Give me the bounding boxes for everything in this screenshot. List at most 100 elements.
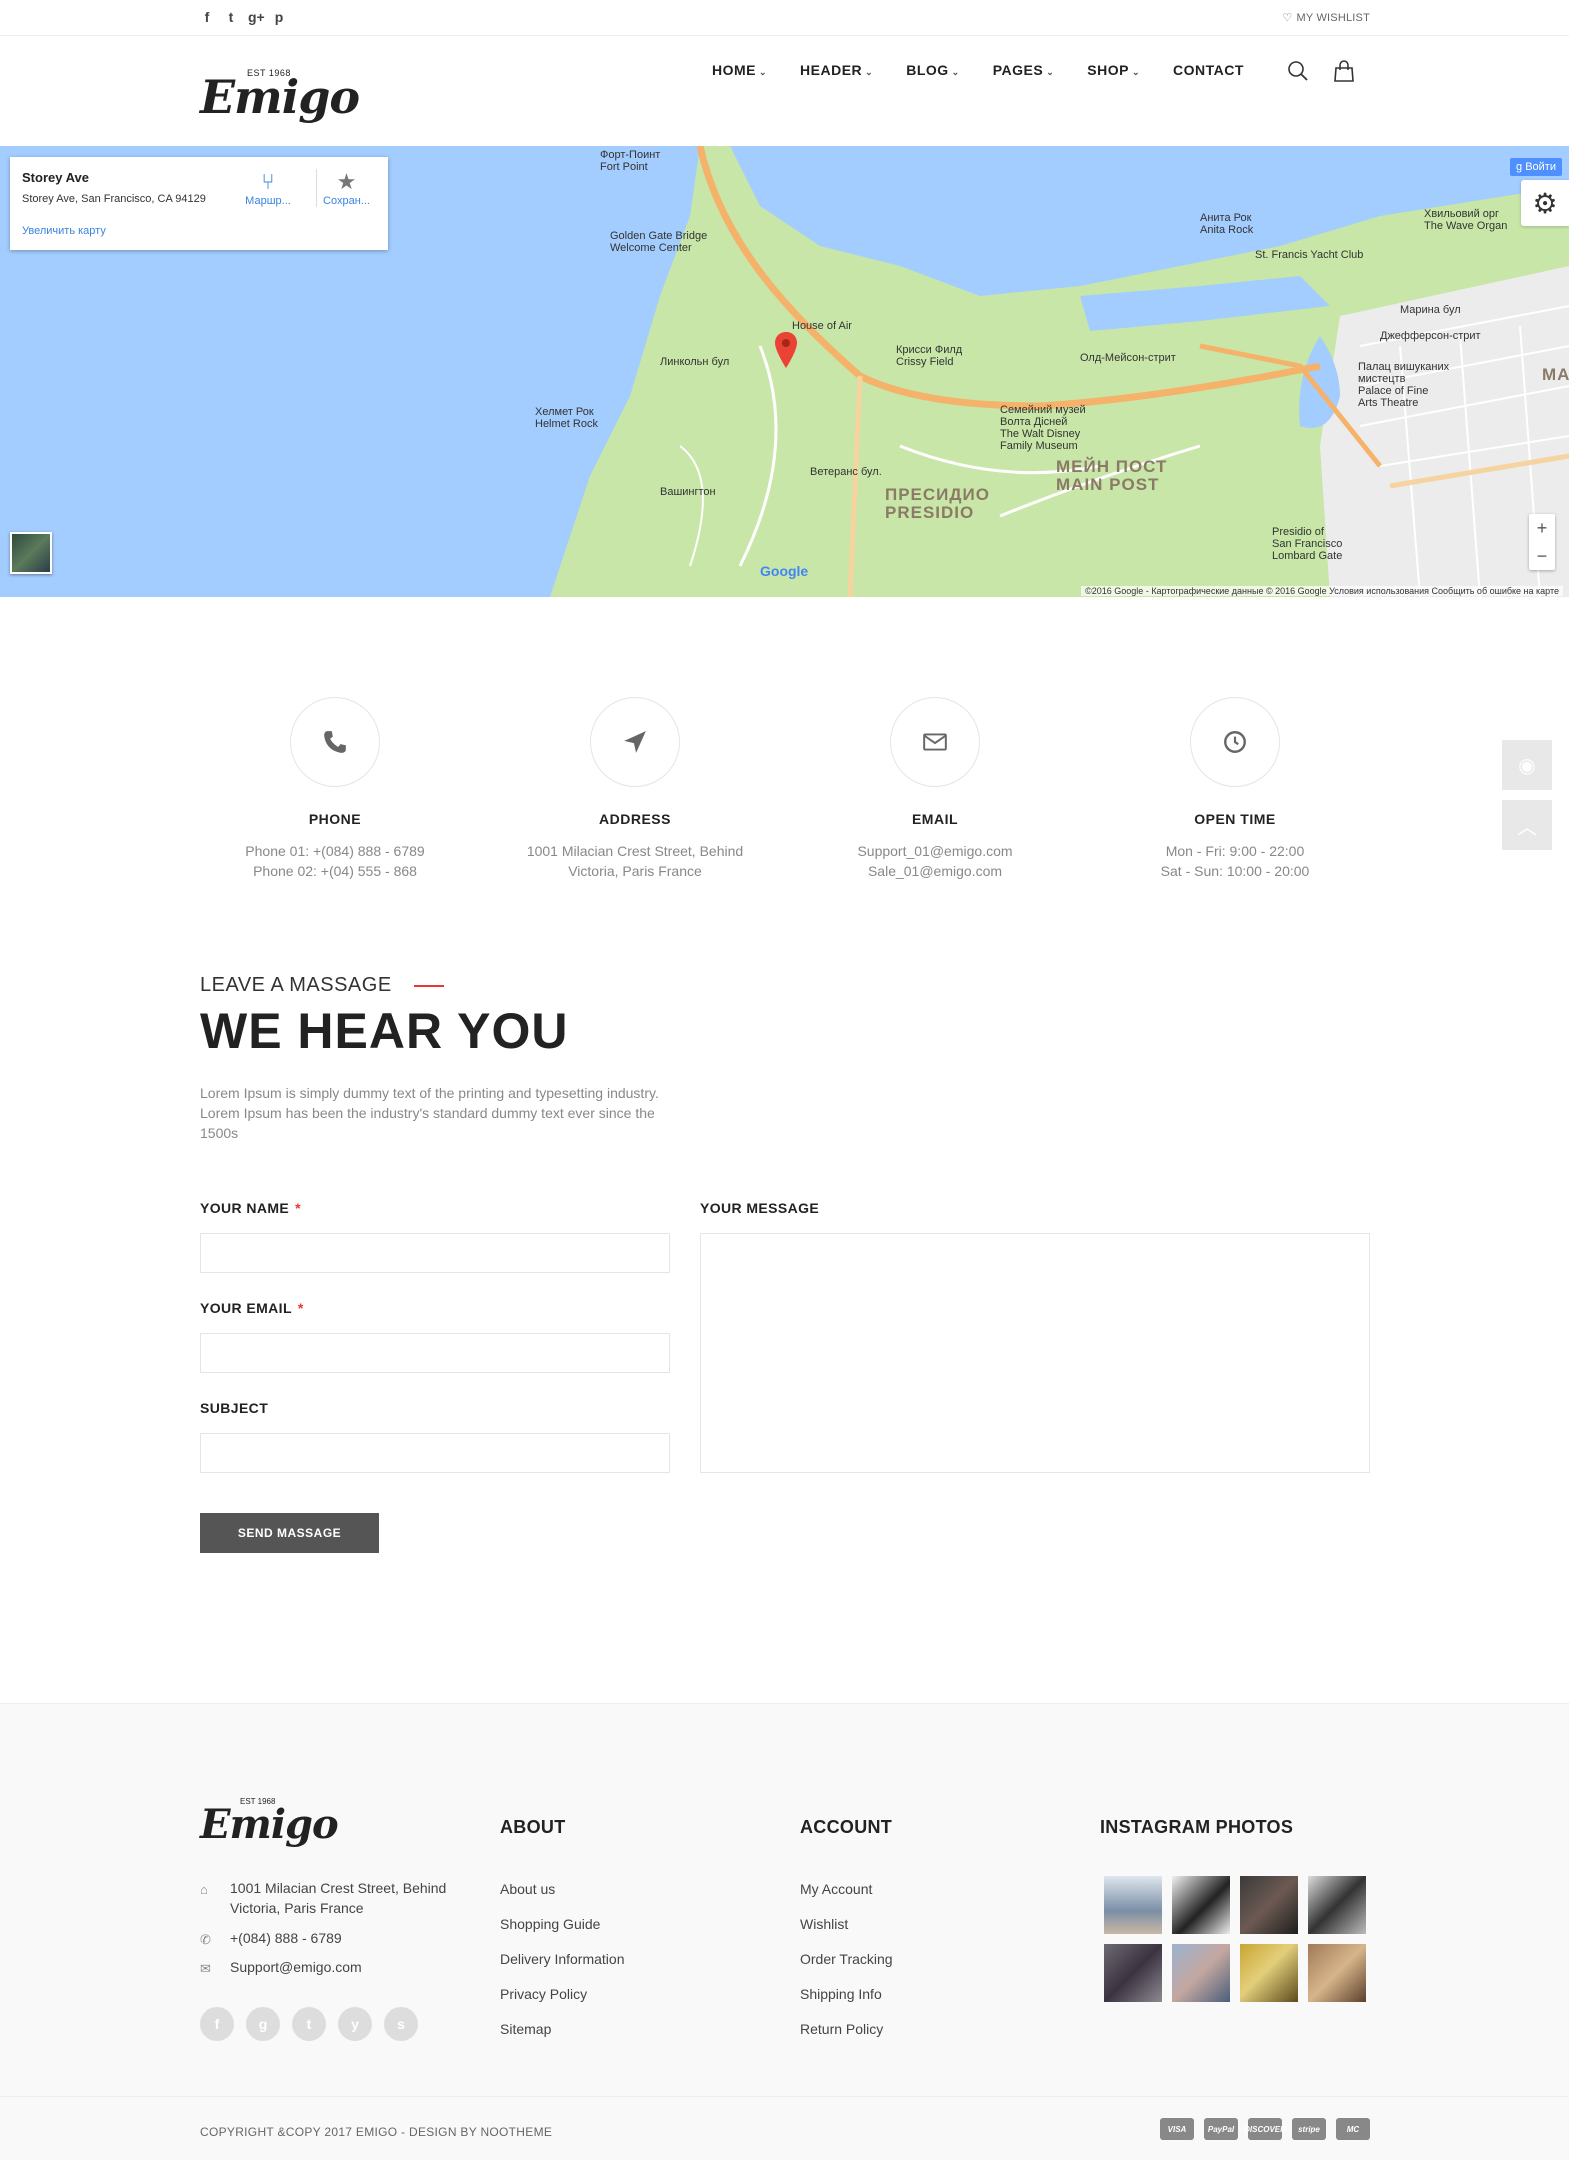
- form-description: Lorem Ipsum is simply dummy text of the …: [200, 1085, 659, 1141]
- instagram-photo[interactable]: [1240, 1876, 1298, 1934]
- twitter-icon[interactable]: t: [292, 2007, 326, 2041]
- map-place-card: Storey Ave Storey Ave, San Francisco, CA…: [10, 157, 388, 250]
- subject-input[interactable]: [200, 1433, 670, 1473]
- nav-contact[interactable]: CONTACT: [1173, 62, 1244, 78]
- search-icon[interactable]: [1287, 60, 1309, 82]
- footer-link-my-account[interactable]: My Account: [800, 1881, 872, 1897]
- footer-logo-est: EST 1968: [240, 1797, 276, 1806]
- footer-link-order-tracking[interactable]: Order Tracking: [800, 1951, 893, 1967]
- map-place-title: Storey Ave: [22, 170, 89, 185]
- footer-email[interactable]: ✉ Support@emigo.com: [200, 1957, 362, 1977]
- facebook-icon[interactable]: f: [200, 9, 214, 25]
- clock-icon: [1190, 697, 1280, 787]
- instagram-photo[interactable]: [1172, 1876, 1230, 1934]
- map-label-veterans: Ветеранс бул.: [810, 466, 882, 478]
- nav-header[interactable]: HEADER ⌄: [800, 62, 873, 78]
- pinterest-icon[interactable]: p: [272, 9, 286, 25]
- paypal-icon: PayPal: [1204, 2118, 1238, 2140]
- star-icon: ★: [336, 169, 357, 194]
- footer-logo[interactable]: EST 1968 Emigo: [200, 1797, 339, 1845]
- phone-icon: ✆: [200, 1932, 211, 1947]
- scroll-top-button[interactable]: ︿: [1502, 800, 1552, 850]
- map-place-address: Storey Ave, San Francisco, CA 94129: [22, 193, 206, 205]
- facebook-icon[interactable]: f: [200, 2007, 234, 2041]
- instagram-photo[interactable]: [1308, 1876, 1366, 1934]
- footer-link-return-policy[interactable]: Return Policy: [800, 2021, 883, 2037]
- map-zoom-control: + −: [1529, 514, 1555, 570]
- footer-link-shipping-info[interactable]: Shipping Info: [800, 1986, 882, 2002]
- info-email-line[interactable]: Sale_01@emigo.com: [785, 861, 1085, 881]
- info-phone-line: Phone 01: +(084) 888 - 6789: [245, 843, 425, 859]
- map-label-walt-disney: Семейний музей Волта Дісней The Walt Disne…: [1000, 404, 1086, 452]
- nav-pages[interactable]: PAGES ⌄: [993, 62, 1055, 78]
- email-input[interactable]: [200, 1333, 670, 1373]
- subject-label: SUBJECT: [200, 1400, 269, 1416]
- info-email-line[interactable]: Support_01@emigo.com: [785, 841, 1085, 861]
- footer-link-privacy[interactable]: Privacy Policy: [500, 1986, 587, 2002]
- message-textarea[interactable]: [700, 1233, 1370, 1473]
- shopping-bag-icon[interactable]: [1333, 60, 1355, 82]
- map-label-jefferson: Джефферсон-стрит: [1380, 330, 1481, 342]
- satellite-toggle[interactable]: [10, 532, 52, 574]
- directions-button[interactable]: ⑂ Маршр...: [238, 169, 298, 207]
- chevron-down-icon: ⌄: [1131, 67, 1140, 77]
- google-plus-icon[interactable]: g: [246, 2007, 280, 2041]
- info-address: ADDRESS 1001 Milacian Crest Street, Behi…: [485, 697, 785, 881]
- nav-blog[interactable]: BLOG ⌄: [906, 62, 960, 78]
- instagram-photo[interactable]: [1308, 1944, 1366, 2002]
- skype-icon[interactable]: s: [384, 2007, 418, 2041]
- footer-divider: [0, 2096, 1569, 2097]
- instagram-photo[interactable]: [1240, 1944, 1298, 2002]
- eye-icon[interactable]: ◉: [1502, 740, 1552, 790]
- youtube-icon[interactable]: y: [338, 2007, 372, 2041]
- enlarge-map-link[interactable]: Увеличить карту: [22, 225, 106, 237]
- site-header: EST 1968 Emigo HOME ⌄ HEADER ⌄ BLOG ⌄ PAGES…: [0, 36, 1569, 146]
- envelope-icon: ✉: [200, 1961, 211, 1976]
- zoom-out-button[interactable]: −: [1529, 542, 1555, 570]
- info-phone-line: Phone 02: +(04) 555 - 868: [253, 863, 417, 879]
- info-email: EMAIL Support_01@emigo.com Sale_01@emigo…: [785, 697, 1085, 881]
- map-signin-button[interactable]: g Войти: [1510, 158, 1562, 176]
- map-label-lombard-gate: Presidio of San Francisco Lombard Gate: [1272, 526, 1343, 562]
- footer-link-sitemap[interactable]: Sitemap: [500, 2021, 551, 2037]
- name-input[interactable]: [200, 1233, 670, 1273]
- instagram-heading: INSTAGRAM PHOTOS: [1100, 1817, 1294, 1837]
- info-open-time-line: Mon - Fri: 9:00 - 22:00: [1165, 843, 1305, 859]
- nav-shop[interactable]: SHOP ⌄: [1087, 62, 1140, 78]
- instagram-photo[interactable]: [1104, 1944, 1162, 2002]
- wishlist-link[interactable]: ♡ MY WISHLIST: [1282, 11, 1370, 24]
- google-plus-icon[interactable]: g+: [248, 9, 265, 25]
- twitter-icon[interactable]: t: [224, 9, 238, 25]
- info-open-time-line: Sat - Sun: 10:00 - 20:00: [1160, 863, 1310, 879]
- gear-icon[interactable]: ⚙: [1521, 180, 1569, 226]
- footer-link-about-us[interactable]: About us: [500, 1881, 555, 1897]
- visa-icon: VISA: [1160, 2118, 1194, 2140]
- send-message-button[interactable]: SEND MASSAGE: [200, 1513, 379, 1553]
- nav-home[interactable]: HOME ⌄: [712, 62, 767, 78]
- map-pin-icon[interactable]: [775, 332, 797, 373]
- zoom-in-button[interactable]: +: [1529, 514, 1555, 542]
- instagram-photo[interactable]: [1104, 1876, 1162, 1934]
- payment-methods: VISA PayPal DISCOVER stripe MC: [1160, 2118, 1370, 2140]
- form-kicker: LEAVE A MASSAGE: [200, 974, 392, 996]
- instagram-photo[interactable]: [1172, 1944, 1230, 2002]
- map-label-anita-rock: Анита Рок Anita Rock: [1200, 212, 1254, 236]
- kicker-accent-line: [414, 985, 444, 987]
- footer-link-shopping-guide[interactable]: Shopping Guide: [500, 1916, 600, 1932]
- map-label-fort-point: Форт-Поинт Fort Point: [600, 149, 661, 173]
- map-label-yacht-club: St. Francis Yacht Club: [1255, 249, 1364, 261]
- footer-link-delivery[interactable]: Delivery Information: [500, 1951, 625, 1967]
- map-attribution: ©2016 Google - Картографические данные ©…: [1081, 586, 1563, 596]
- save-place-button[interactable]: ★ Сохран...: [316, 169, 376, 207]
- instagram-grid: [1104, 1876, 1366, 2002]
- map-label-house-of-air: House of Air: [792, 320, 852, 332]
- map-label-golden-gate: Golden Gate Bridge Welcome Center: [610, 230, 708, 254]
- top-bar: f t g+ p ♡ MY WISHLIST: [0, 0, 1569, 36]
- location-arrow-icon: [590, 697, 680, 787]
- footer-link-wishlist[interactable]: Wishlist: [800, 1916, 848, 1932]
- info-phone-label: PHONE: [308, 811, 362, 827]
- site-footer: EST 1968 Emigo ⌂ 1001 Milacian Crest Str…: [0, 1703, 1569, 2160]
- google-map[interactable]: Форт-Поинт Fort Point Golden Gate Bridge W…: [0, 146, 1569, 597]
- logo[interactable]: EST 1968 Emigo: [200, 64, 360, 124]
- logo-word: Emigo: [200, 70, 360, 124]
